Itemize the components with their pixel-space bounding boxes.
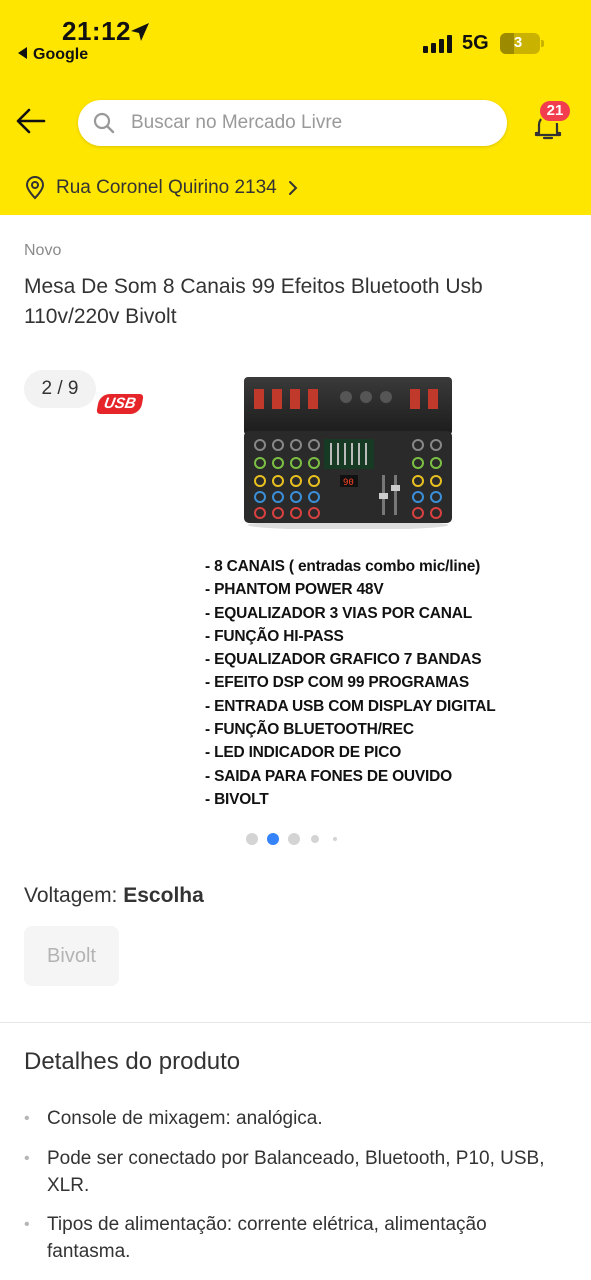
signal-icon (423, 35, 453, 53)
location-pin-icon (25, 176, 45, 200)
feature-list: - 8 CANAIS ( entradas combo mic/line) - … (205, 555, 545, 811)
feature-item: - BIVOLT (205, 790, 269, 808)
back-arrow-icon[interactable] (14, 104, 48, 138)
variation-label: Voltagem: Escolha (24, 884, 204, 908)
variation-value: Escolha (123, 884, 204, 907)
location-text: Rua Coronel Quirino 2134 (56, 177, 277, 198)
feature-item: - EQUALIZADOR GRAFICO 7 BANDAS (205, 651, 482, 669)
feature-item: - EQUALIZADOR 3 VIAS POR CANAL (205, 604, 472, 622)
variation-name: Voltagem: (24, 884, 118, 907)
feature-item: - ENTRADA USB COM DISPLAY DIGITAL (205, 697, 496, 715)
usb-badge: USB (96, 394, 144, 414)
section-divider (0, 1022, 591, 1023)
pagination-dot[interactable] (333, 837, 337, 841)
feature-item: - 8 CANAIS ( entradas combo mic/line) (205, 558, 481, 575)
feature-item: - FUNÇÃO HI-PASS (205, 627, 344, 645)
network-type: 5G (462, 32, 489, 54)
gallery-counter: 2 / 9 (24, 370, 96, 408)
top-header: 21:12 Google 5G 3 Buscar no Mercado Livr… (0, 0, 591, 215)
feature-item: - LED INDICADOR DE PICO (205, 744, 402, 762)
gallery-pagination (0, 832, 591, 846)
details-title: Detalhes do produto (24, 1048, 241, 1075)
product-gallery[interactable]: 2 / 9 USB 90 - 8 CANAIS (entradas combo… (0, 350, 591, 845)
feature-item: - SAIDA PARA FONES DE OUVIDO (205, 767, 453, 785)
detail-item: Tipos de alimentação: corrente elétrica,… (24, 1211, 564, 1265)
search-icon (93, 112, 115, 134)
status-time: 21:12 (62, 16, 131, 46)
back-app-label: Google (33, 46, 89, 63)
detail-item: Pode ser conectado por Balanceado, Bluet… (24, 1145, 564, 1199)
detail-item: Console de mixagem: analógica. (24, 1105, 564, 1132)
search-input[interactable]: Buscar no Mercado Livre (78, 100, 507, 146)
feature-item: - FUNÇÃO BLUETOOTH/REC (205, 721, 414, 739)
battery-level: 3 (513, 34, 523, 51)
product-condition: Novo (24, 242, 62, 259)
pagination-dot[interactable] (288, 833, 300, 845)
battery-icon: 3 (500, 33, 544, 54)
location-arrow-icon (131, 23, 149, 41)
search-placeholder: Buscar no Mercado Livre (131, 112, 343, 133)
variation-option-bivolt[interactable]: Bivolt (24, 926, 119, 986)
svg-text:90: 90 (343, 478, 354, 488)
notification-badge: 21 (538, 99, 572, 123)
feature-item: - EFEITO DSP COM 99 PROGRAMAS (205, 674, 470, 692)
back-to-app-link[interactable]: Google (18, 46, 88, 64)
chevron-right-icon (288, 181, 298, 195)
back-triangle-icon (18, 47, 27, 59)
pagination-dot[interactable] (246, 833, 258, 845)
delivery-location[interactable]: Rua Coronel Quirino 2134 (24, 176, 299, 200)
pagination-dot-active[interactable] (267, 833, 279, 845)
product-title: Mesa De Som 8 Canais 99 Efeitos Bluetoot… (24, 275, 483, 328)
pagination-dot[interactable] (311, 835, 319, 843)
feature-item: - PHANTOM POWER 48V (205, 581, 384, 599)
mixer-image: 90 (244, 377, 452, 529)
